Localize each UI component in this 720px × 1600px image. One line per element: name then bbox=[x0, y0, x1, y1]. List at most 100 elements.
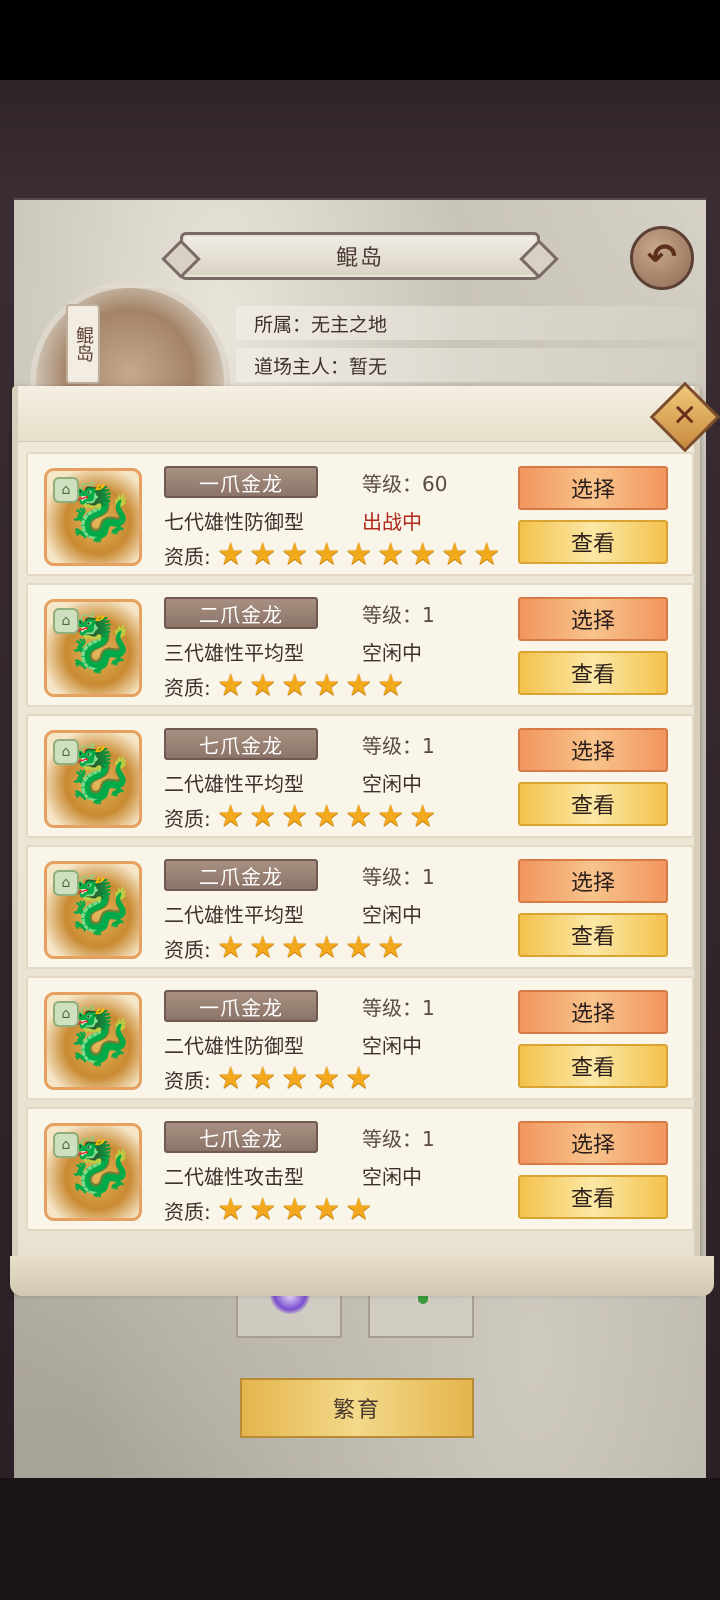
select-button[interactable]: 选择 bbox=[518, 990, 668, 1034]
star-icon: ★ bbox=[313, 930, 341, 965]
pet-description: 二代雄性防御型 bbox=[164, 1034, 304, 1058]
dragon-avatar[interactable]: 🐉 ⌂ bbox=[44, 468, 142, 566]
star-icon: ★ bbox=[249, 668, 277, 703]
pet-status: 出战中 bbox=[362, 510, 422, 534]
quality-stars: ★ ★ ★ ★ ★ bbox=[215, 1064, 375, 1094]
star-icon: ★ bbox=[217, 799, 245, 834]
star-icon: ★ bbox=[313, 537, 341, 572]
pet-card: 🐉 ⌂ 七爪金龙 等级：1 二代雄性攻击型 空闲中资质: ★ ★ ★ ★ ★ 选择查看 bbox=[26, 1107, 694, 1231]
star-icon: ★ bbox=[313, 1061, 341, 1096]
island-name-tag: 鲲岛 bbox=[66, 304, 100, 384]
select-button[interactable]: 选择 bbox=[518, 1121, 668, 1165]
view-button[interactable]: 查看 bbox=[518, 913, 668, 957]
status-bar-area bbox=[0, 0, 720, 80]
pet-status: 空闲中 bbox=[362, 772, 422, 796]
star-icon: ★ bbox=[409, 537, 437, 572]
dragon-avatar[interactable]: 🐉 ⌂ bbox=[44, 861, 142, 959]
view-button[interactable]: 查看 bbox=[518, 1044, 668, 1088]
star-icon: ★ bbox=[377, 537, 405, 572]
pet-description: 二代雄性攻击型 bbox=[164, 1165, 304, 1189]
island-master-row: 道场主人：暂无 bbox=[236, 348, 696, 382]
pet-level: 等级：1 bbox=[362, 996, 435, 1020]
pet-quality: 资质: ★ ★ ★ ★ ★ ★ ★ bbox=[164, 802, 439, 832]
quality-label: 资质: bbox=[164, 544, 211, 569]
view-button[interactable]: 查看 bbox=[518, 782, 668, 826]
star-icon: ★ bbox=[249, 537, 277, 572]
star-icon: ★ bbox=[345, 668, 373, 703]
quality-label: 资质: bbox=[164, 806, 211, 831]
breed-button[interactable]: 繁育 bbox=[240, 1378, 474, 1438]
select-button[interactable]: 选择 bbox=[518, 466, 668, 510]
star-icon: ★ bbox=[217, 1192, 245, 1227]
star-icon: ★ bbox=[313, 1192, 341, 1227]
star-icon: ★ bbox=[217, 1061, 245, 1096]
star-icon: ★ bbox=[377, 930, 405, 965]
quality-stars: ★ ★ ★ ★ ★ ★ ★ bbox=[215, 802, 439, 832]
pet-level: 等级：60 bbox=[362, 472, 448, 496]
pet-description: 七代雄性防御型 bbox=[164, 510, 304, 534]
pet-level: 等级：1 bbox=[362, 734, 435, 758]
lock-icon: ⌂ bbox=[53, 477, 79, 503]
star-icon: ★ bbox=[345, 1061, 373, 1096]
star-icon: ★ bbox=[249, 1061, 277, 1096]
pet-quality: 资质: ★ ★ ★ ★ ★ ★ bbox=[164, 933, 407, 963]
dragon-avatar[interactable]: 🐉 ⌂ bbox=[44, 992, 142, 1090]
pet-quality: 资质: ★ ★ ★ ★ ★ ★ ★ ★ ★ bbox=[164, 540, 503, 570]
back-button[interactable]: ↶ bbox=[630, 226, 694, 290]
quality-stars: ★ ★ ★ ★ ★ ★ bbox=[215, 671, 407, 701]
view-button[interactable]: 查看 bbox=[518, 1175, 668, 1219]
pet-status: 空闲中 bbox=[362, 903, 422, 927]
lock-icon: ⌂ bbox=[53, 608, 79, 634]
pet-level: 等级：1 bbox=[362, 1127, 435, 1151]
view-button[interactable]: 查看 bbox=[518, 520, 668, 564]
pet-list[interactable]: 🐉 ⌂ 一爪金龙 等级：60 七代雄性防御型 出战中 资质: ★ ★ ★ ★ ★ ★ ★ ★ ★ 选择 查看 🐉 ⌂ 二… bbox=[26, 452, 694, 1232]
star-icon: ★ bbox=[217, 537, 245, 572]
pet-status: 空闲中 bbox=[362, 1165, 422, 1189]
star-icon: ★ bbox=[313, 668, 341, 703]
pet-description: 二代雄性平均型 bbox=[164, 903, 304, 927]
pet-quality: 资质: ★ ★ ★ ★ ★ bbox=[164, 1195, 375, 1225]
pet-name: 七爪金龙 bbox=[164, 1121, 318, 1153]
star-icon: ★ bbox=[313, 799, 341, 834]
quality-label: 资质: bbox=[164, 1199, 211, 1224]
star-icon: ★ bbox=[345, 537, 373, 572]
bottom-bar-area bbox=[0, 1478, 720, 1600]
star-icon: ★ bbox=[281, 537, 309, 572]
pet-description: 三代雄性平均型 bbox=[164, 641, 304, 665]
star-icon: ★ bbox=[249, 1192, 277, 1227]
dialog-scroll-top bbox=[18, 386, 694, 442]
dragon-avatar[interactable]: 🐉 ⌂ bbox=[44, 1123, 142, 1221]
pet-card: 🐉 ⌂ 二爪金龙 等级：1 二代雄性平均型 空闲中 资质: ★ ★ ★ ★ ★ ★ 选择 查看 bbox=[26, 845, 694, 969]
select-button[interactable]: 选择 bbox=[518, 728, 668, 772]
star-icon: ★ bbox=[249, 799, 277, 834]
quality-label: 资质: bbox=[164, 675, 211, 700]
star-icon: ★ bbox=[473, 537, 501, 572]
pet-level: 等级：1 bbox=[362, 865, 435, 889]
pet-name: 一爪金龙 bbox=[164, 466, 318, 498]
pet-quality: 资质: ★ ★ ★ ★ ★ bbox=[164, 1064, 375, 1094]
view-button[interactable]: 查看 bbox=[518, 651, 668, 695]
select-button[interactable]: 选择 bbox=[518, 597, 668, 641]
star-icon: ★ bbox=[345, 799, 373, 834]
island-owner-row: 所属：无主之地 bbox=[236, 306, 696, 340]
select-button[interactable]: 选择 bbox=[518, 859, 668, 903]
dragon-avatar[interactable]: 🐉 ⌂ bbox=[44, 599, 142, 697]
close-icon: ✕ bbox=[672, 398, 698, 434]
dragon-avatar[interactable]: 🐉 ⌂ bbox=[44, 730, 142, 828]
pet-card: 🐉 ⌂ 一爪金龙 等级：1 二代雄性防御型 空闲中 资质: ★ ★ ★ ★ ★ 选择 查看 bbox=[26, 976, 694, 1100]
pet-name: 二爪金龙 bbox=[164, 597, 318, 629]
star-icon: ★ bbox=[377, 668, 405, 703]
star-icon: ★ bbox=[377, 799, 405, 834]
lock-icon: ⌂ bbox=[53, 1132, 79, 1158]
quality-label: 资质: bbox=[164, 1068, 211, 1093]
quality-stars: ★ ★ ★ ★ ★ ★ ★ ★ ★ bbox=[215, 540, 503, 570]
pet-card: 🐉 ⌂ 七爪金龙 等级：1 二代雄性平均型 空闲中 资质: ★ ★ ★ ★ ★ ★ ★ 选择 查看 bbox=[26, 714, 694, 838]
pet-status: 空闲中 bbox=[362, 641, 422, 665]
pet-name: 一爪金龙 bbox=[164, 990, 318, 1022]
quality-stars: ★ ★ ★ ★ ★ ★ bbox=[215, 933, 407, 963]
star-icon: ★ bbox=[217, 930, 245, 965]
dialog-scroll-bottom bbox=[10, 1256, 714, 1296]
star-icon: ★ bbox=[345, 930, 373, 965]
pet-card: 🐉 ⌂ 一爪金龙 等级：60 七代雄性防御型 出战中资质: ★ ★ ★ ★ ★ ★ ★ ★ ★ 选择查看 bbox=[26, 452, 694, 576]
star-icon: ★ bbox=[281, 668, 309, 703]
